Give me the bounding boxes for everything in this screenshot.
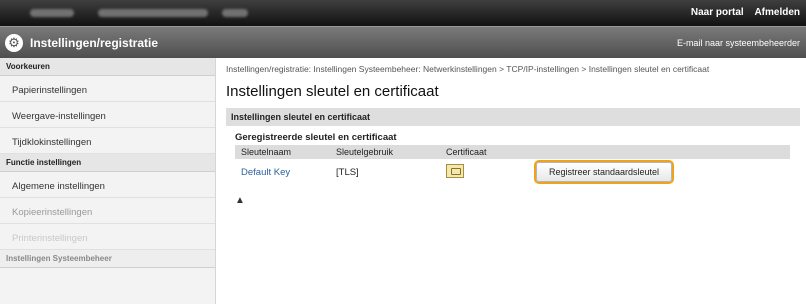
column-header-key-usage: Sleutelgebruik	[330, 145, 440, 159]
key-name-link[interactable]: Default Key	[241, 167, 290, 178]
section-bar: Instellingen sleutel en certificaat	[226, 108, 800, 126]
column-header-certificate: Certificaat	[440, 145, 530, 159]
key-usage-cell: [TLS]	[336, 166, 359, 178]
breadcrumb: Instellingen/registratie: Instellingen S…	[226, 64, 710, 74]
section-title: Instellingen/registratie	[30, 36, 159, 50]
sidebar-section-admin: Instellingen Systeembeheer	[0, 250, 215, 268]
key-certificate-table: Sleutelnaam Sleutelgebruik Certificaat D…	[235, 145, 790, 185]
sidebar-item-timer[interactable]: Tijdklokinstellingen	[0, 128, 215, 154]
key-table-container: Geregistreerde sleutel en certificaat Sl…	[226, 132, 800, 206]
sidebar: Voorkeuren Papierinstellingen Weergave-i…	[0, 58, 216, 304]
table-title: Geregistreerde sleutel en certificaat	[235, 132, 397, 143]
table-row: Default Key [TLS] Registreer standaardsl…	[235, 159, 790, 185]
device-model-blurred	[98, 9, 208, 17]
portal-link[interactable]: Naar portal	[691, 7, 744, 18]
sidebar-item-display[interactable]: Weergave-instellingen	[0, 102, 215, 128]
logout-link[interactable]: Afmelden	[754, 7, 800, 18]
sidebar-section-preferences: Voorkeuren	[0, 58, 215, 76]
back-to-top-icon[interactable]: ▲	[235, 195, 800, 206]
page-title: Instellingen sleutel en certificaat	[226, 83, 439, 100]
top-bar: Naar portal Afmelden	[0, 0, 806, 26]
mail-admin-link[interactable]: E-mail naar systeembeheerder	[677, 38, 800, 48]
column-header-key-name: Sleutelnaam	[235, 145, 330, 159]
sidebar-item-printer[interactable]: Printerinstellingen	[0, 224, 215, 250]
settings-header-bar: ⚙ Instellingen/registratie E-mail naar s…	[0, 26, 806, 58]
column-header-action	[530, 145, 790, 159]
main-content: Instellingen/registratie: Instellingen S…	[226, 64, 800, 206]
register-default-key-button[interactable]: Registreer standaardsleutel	[536, 162, 673, 182]
device-name-blurred	[30, 9, 74, 17]
certificate-icon[interactable]	[446, 163, 464, 178]
top-links: Naar portal Afmelden	[683, 7, 800, 18]
sidebar-item-general[interactable]: Algemene instellingen	[0, 172, 215, 198]
sidebar-item-paper[interactable]: Papierinstellingen	[0, 76, 215, 102]
settings-icon: ⚙	[5, 34, 23, 52]
sidebar-section-functions: Functie instellingen	[0, 154, 215, 172]
device-id-blurred	[222, 9, 248, 17]
table-header-row: Sleutelnaam Sleutelgebruik Certificaat	[235, 145, 790, 159]
sidebar-item-copy[interactable]: Kopieerinstellingen	[0, 198, 215, 224]
